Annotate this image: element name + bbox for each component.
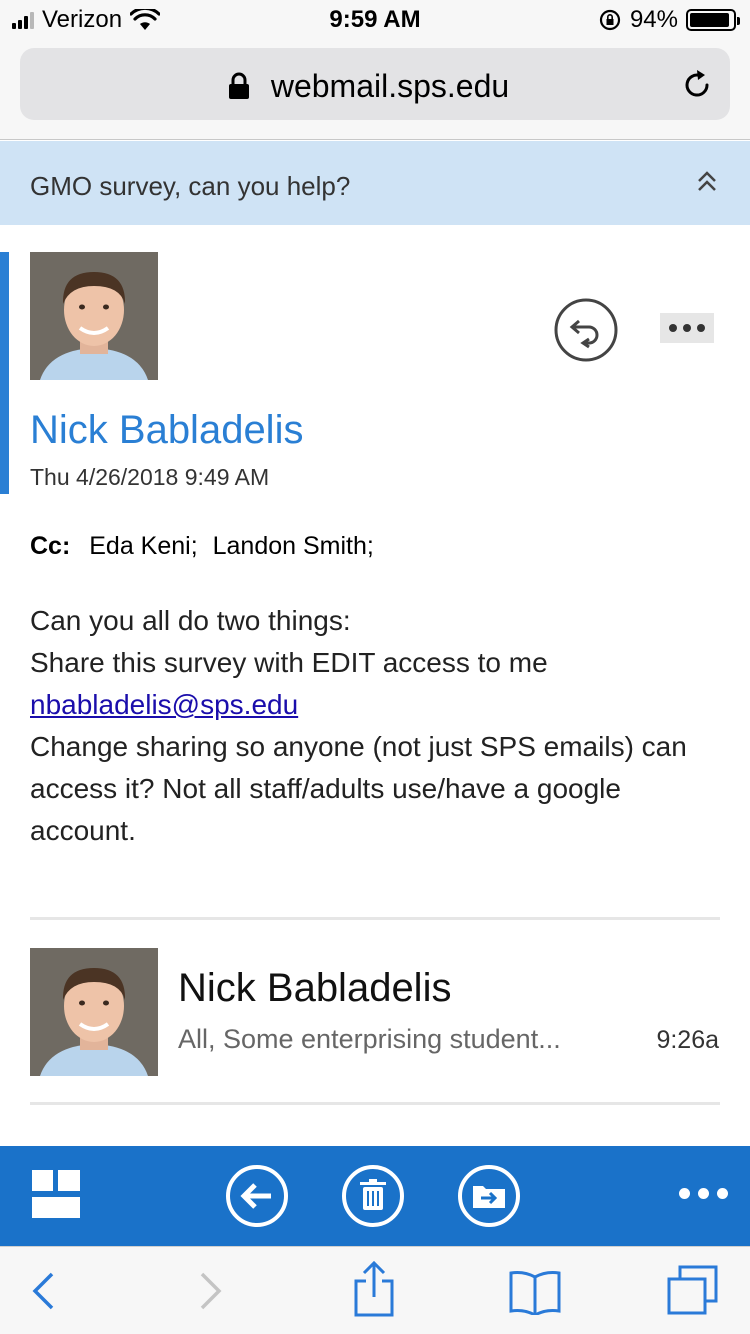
bookmarks-icon[interactable] bbox=[508, 1269, 562, 1315]
divider bbox=[30, 1102, 720, 1105]
tabs-icon[interactable] bbox=[666, 1265, 720, 1315]
sender-name[interactable]: Nick Babladelis bbox=[30, 408, 303, 453]
browser-toolbar bbox=[0, 1246, 750, 1334]
move-folder-icon[interactable] bbox=[457, 1164, 521, 1228]
sent-date: Thu 4/26/2018 9:49 AM bbox=[30, 464, 270, 490]
battery-percent: 94% bbox=[629, 6, 678, 33]
selected-message-indicator bbox=[0, 252, 9, 494]
back-icon[interactable] bbox=[30, 1271, 56, 1311]
divider bbox=[30, 917, 720, 920]
message-more-button[interactable] bbox=[660, 313, 714, 343]
reply-icon[interactable] bbox=[553, 297, 619, 363]
url-text: webmail.sps.edu bbox=[270, 68, 510, 104]
cc-line: Cc: Eda Keni; Landon Smith; bbox=[30, 532, 382, 561]
grid-icon[interactable] bbox=[32, 1170, 82, 1220]
collapse-icon[interactable] bbox=[696, 169, 718, 195]
share-icon[interactable] bbox=[352, 1261, 396, 1317]
browser-address-area: webmail.sps.edu bbox=[0, 40, 750, 140]
body-line: Can you all do two things: bbox=[30, 605, 351, 636]
conversation-subject: GMO survey, can you help? bbox=[30, 171, 351, 201]
forward-icon[interactable] bbox=[198, 1271, 224, 1311]
cc-label: Cc: bbox=[30, 532, 71, 560]
thread-item-sender[interactable]: Nick Babladelis bbox=[178, 966, 451, 1011]
mail-toolbar bbox=[0, 1146, 750, 1246]
message-body: Can you all do two things: Share this su… bbox=[30, 600, 730, 852]
trash-icon[interactable] bbox=[341, 1164, 405, 1228]
avatar bbox=[30, 252, 158, 380]
battery-icon bbox=[686, 9, 740, 31]
toolbar-more-icon[interactable] bbox=[679, 1188, 728, 1199]
thread-item-preview[interactable]: All, Some enterprising student... bbox=[178, 1024, 561, 1055]
orientation-lock-icon bbox=[599, 9, 621, 31]
body-line: Change sharing so anyone (not just SPS e… bbox=[30, 731, 687, 846]
reload-icon[interactable] bbox=[680, 68, 714, 102]
address-bar[interactable]: webmail.sps.edu bbox=[20, 48, 730, 120]
cc-recipient[interactable]: Landon Smith; bbox=[213, 532, 374, 560]
cc-recipient[interactable]: Eda Keni; bbox=[89, 532, 197, 560]
body-line: Share this survey with EDIT access to me bbox=[30, 647, 548, 678]
avatar[interactable] bbox=[30, 948, 158, 1076]
conversation-header[interactable]: GMO survey, can you help? bbox=[0, 141, 750, 225]
email-link[interactable]: nbabladelis@sps.edu bbox=[30, 689, 298, 720]
status-bar: Verizon 9:59 AM 94% bbox=[0, 0, 750, 40]
thread-item-time: 9:26a bbox=[656, 1026, 719, 1054]
reply-back-icon[interactable] bbox=[225, 1164, 289, 1228]
